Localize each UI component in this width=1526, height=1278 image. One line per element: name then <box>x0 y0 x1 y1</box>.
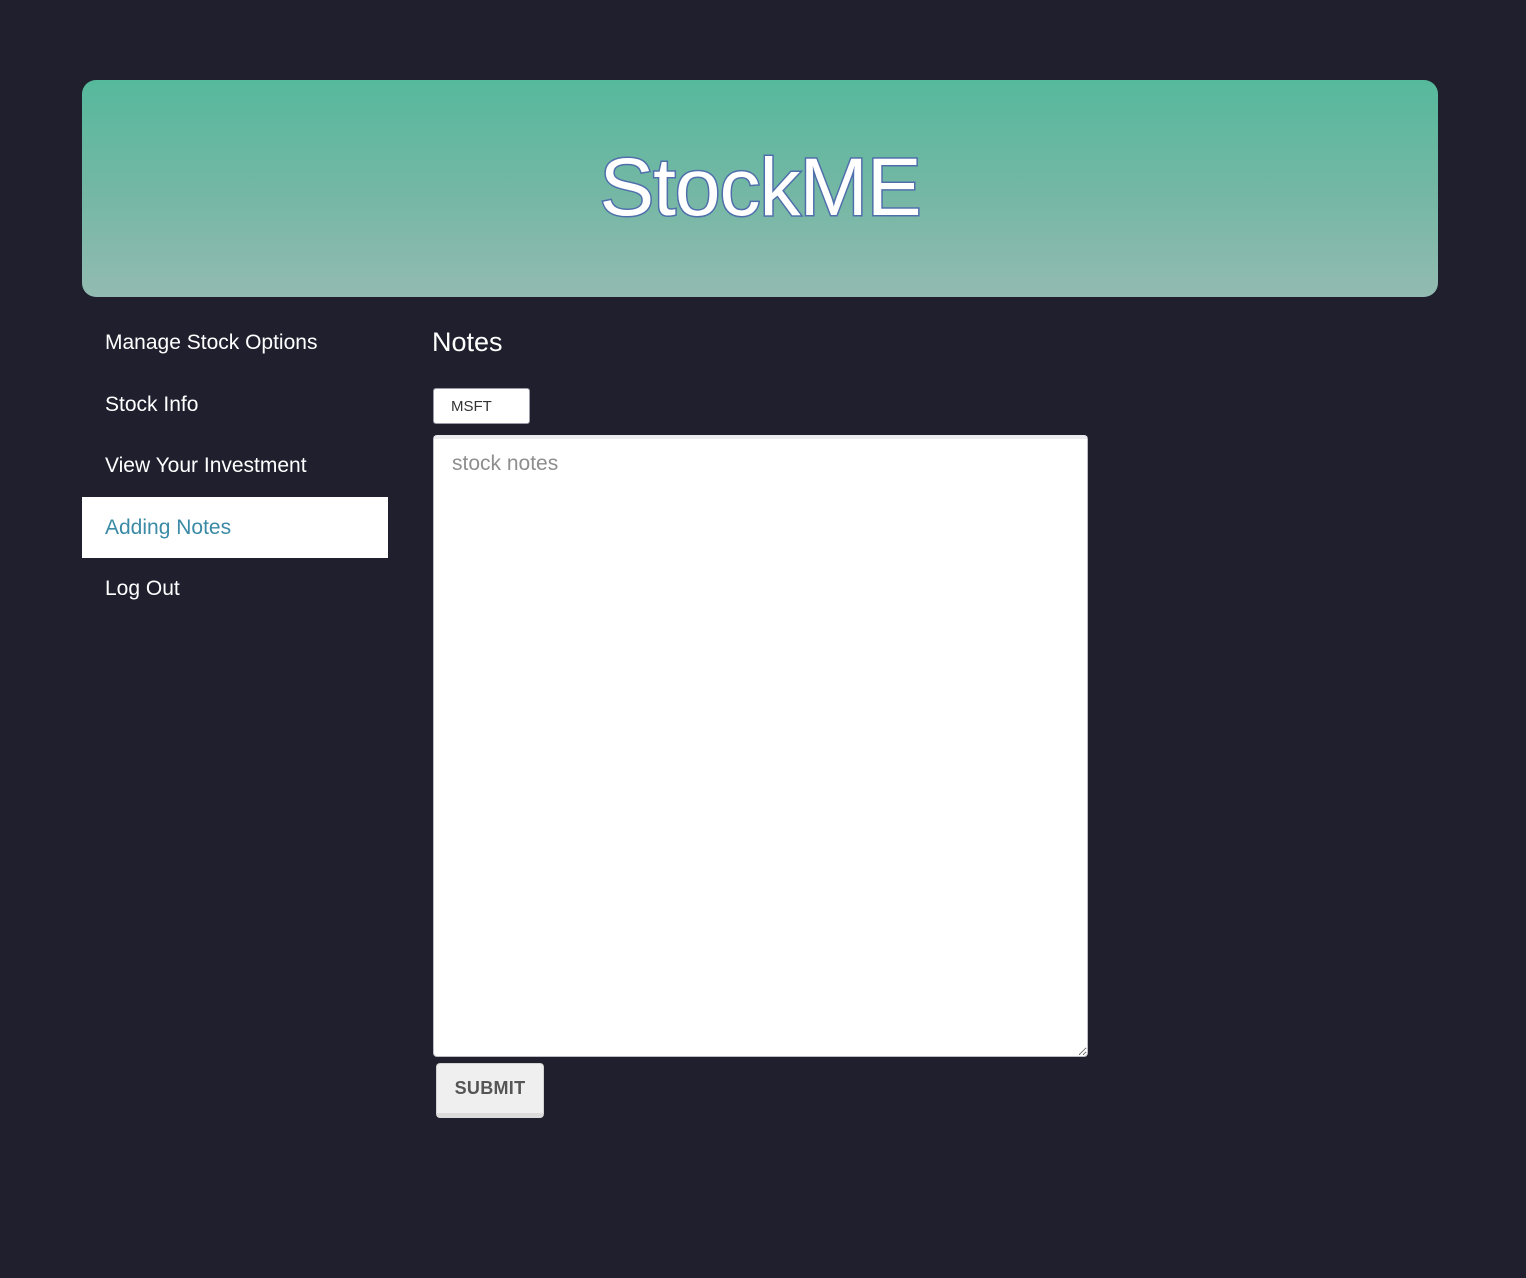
brand-title: StockME <box>598 140 923 234</box>
submit-button[interactable]: SUBMIT <box>436 1063 544 1118</box>
page-title: Notes <box>432 327 503 357</box>
sidebar-item-adding-notes[interactable]: Adding Notes <box>82 496 388 558</box>
sidebar-item-stock-info[interactable]: Stock Info <box>82 374 388 436</box>
sidebar-item-log-out[interactable]: Log Out <box>82 558 388 620</box>
sidebar-nav: Manage Stock Options Stock Info View You… <box>82 312 388 620</box>
sidebar-item-view-your-investment[interactable]: View Your Investment <box>82 435 388 497</box>
notes-panel: Notes SUBMIT <box>432 322 1088 1118</box>
sidebar-item-manage-stock-options[interactable]: Manage Stock Options <box>82 312 388 374</box>
header-banner: StockME <box>82 80 1438 297</box>
ticker-input[interactable] <box>433 388 530 424</box>
notes-textarea[interactable] <box>433 435 1088 1057</box>
